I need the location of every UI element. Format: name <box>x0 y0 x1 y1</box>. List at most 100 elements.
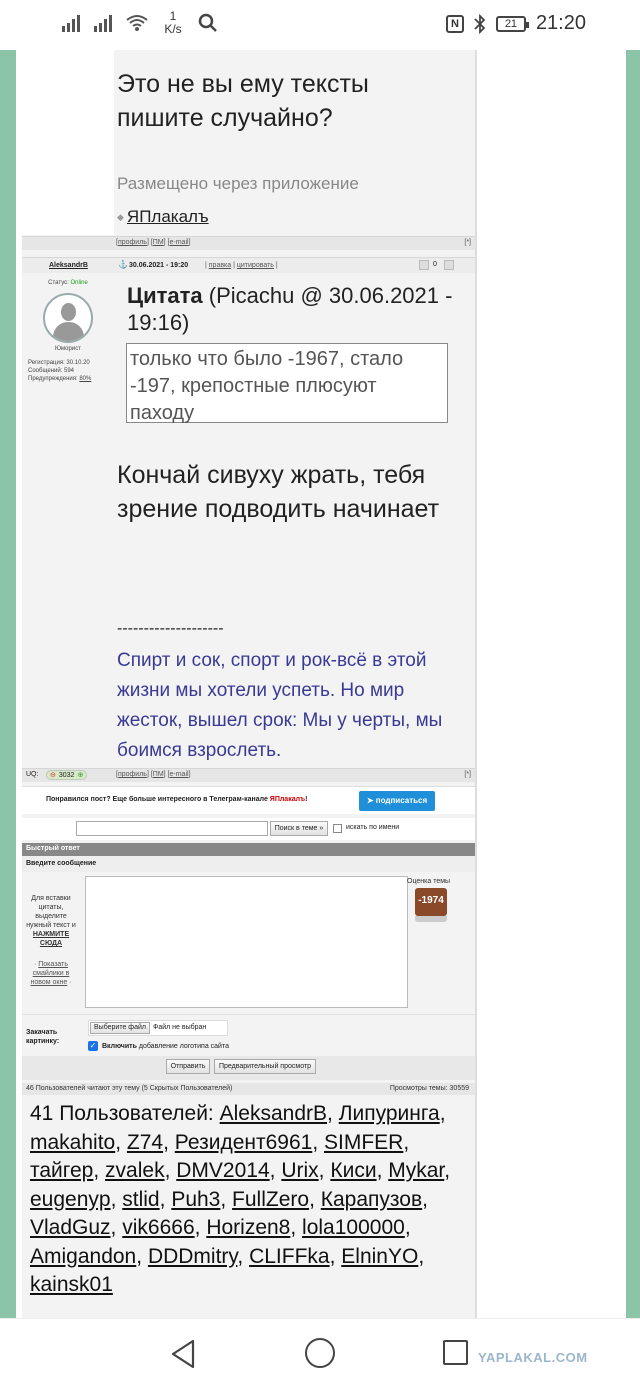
reader-link[interactable]: VladGuz <box>30 1216 111 1239</box>
message-textarea[interactable] <box>85 876 408 1008</box>
reader-link[interactable]: Puh3 <box>171 1188 220 1211</box>
reader-link[interactable]: ElninYO <box>341 1245 418 1268</box>
user-stats: Регистрация: 30.10.20 Сообщений: 594 Пре… <box>28 360 92 382</box>
post-footer-bar: UQ: ⊖ 3032 ⊕ [профиль] [ПМ] [e-mail] [*] <box>22 768 475 782</box>
submit-row: Отправить Предварительный просмотр <box>22 1056 475 1080</box>
bluetooth-icon <box>474 13 486 34</box>
search-button[interactable]: Поиск в теме » <box>270 821 328 836</box>
readers-list: 41 Пользователей: AleksandrB, Липуринга,… <box>22 1096 475 1318</box>
subscribe-button[interactable]: ➤ подписаться <box>359 791 435 811</box>
telegram-promo: Понравился пост? Еще больше интересного … <box>22 786 475 814</box>
reply-form: Для вставки цитаты, выделите нужный текс… <box>22 872 475 1012</box>
reader-link[interactable]: Киси <box>330 1159 376 1182</box>
uq-minus-icon[interactable]: ⊖ <box>50 771 56 780</box>
search-input[interactable] <box>76 821 268 836</box>
avatar[interactable] <box>43 293 93 343</box>
topic-page[interactable]: Это не вы ему тексты пишите случайно? Ра… <box>16 50 626 1318</box>
navigation-bar: YAPLAKAL.COM <box>0 1318 640 1387</box>
post-links: [профиль] [ПМ] [e-mail] <box>116 771 191 778</box>
reader-link[interactable]: Z74 <box>127 1131 163 1154</box>
reader-link[interactable]: kainsk01 <box>30 1273 113 1296</box>
search-icon <box>198 13 217 32</box>
signature: Спирт и сок, спорт и рок-всё в этой жизн… <box>117 650 443 761</box>
email-link[interactable]: e-mail <box>170 239 189 246</box>
quote-mark[interactable]: [*] <box>464 239 471 246</box>
reader-link[interactable]: Amigandon <box>30 1245 136 1268</box>
smileys-link[interactable]: Показать смайлики в новом окне <box>30 961 69 986</box>
reader-link[interactable]: Карапузов <box>321 1188 422 1211</box>
page-stripe-right <box>626 50 640 1318</box>
back-icon[interactable] <box>170 1339 196 1369</box>
pm-link[interactable]: ПМ <box>153 239 164 246</box>
reader-link[interactable]: Липуринга <box>339 1102 440 1125</box>
post-text: Это не вы ему тексты пишите случайно? <box>117 70 369 132</box>
battery-icon: 21 <box>495 15 529 32</box>
search-by-name-checkbox[interactable] <box>333 824 342 833</box>
pm-link[interactable]: ПМ <box>153 771 164 778</box>
reader-link[interactable]: DDDmitry <box>148 1245 237 1268</box>
reader-link[interactable]: makahito <box>30 1131 115 1154</box>
reply-subheader: Введите сообщение <box>22 856 475 872</box>
quote-box: только что было -1967, стало -197, крепо… <box>126 343 448 424</box>
rating-buttons[interactable] <box>415 916 447 922</box>
reader-link[interactable]: vik6666 <box>122 1216 194 1239</box>
page-stripe-left <box>0 50 16 1318</box>
reader-link[interactable]: Horizen8 <box>206 1216 290 1239</box>
edit-link[interactable]: правка <box>209 262 231 269</box>
user-rank: Юморист <box>55 346 81 352</box>
home-icon[interactable] <box>305 1338 335 1368</box>
reader-link[interactable]: FullZero <box>232 1188 309 1211</box>
nfc-icon: N <box>445 14 464 33</box>
send-button[interactable]: Отправить <box>166 1059 210 1074</box>
telegram-icon: ➤ <box>366 796 374 805</box>
readers-bar: 46 Пользователей читают эту тему (5 Скры… <box>22 1083 475 1095</box>
reader-link[interactable]: AleksandrB <box>220 1102 327 1125</box>
posted-via: Размещено через приложение <box>117 174 359 193</box>
reader-link[interactable]: Urix <box>281 1159 318 1182</box>
preview-button[interactable]: Предварительный просмотр <box>214 1059 316 1074</box>
vote-plus-icon[interactable] <box>444 260 454 270</box>
quote-mark[interactable]: [*] <box>464 771 471 778</box>
post-header-bar: AleksandrB ⚓ 30.06.2021 - 19:20 | правка… <box>22 257 475 273</box>
wifi-icon <box>126 15 148 31</box>
logo-checkbox[interactable]: ✓ <box>88 1041 98 1051</box>
cite-link[interactable]: цитировать <box>237 262 274 269</box>
anchor-icon[interactable]: ⚓ <box>118 260 128 269</box>
profile-link[interactable]: профиль <box>118 239 147 246</box>
author-sidebar: Статус: Online Юморист Регистрация: 30.1… <box>22 273 114 383</box>
post-text: Кончай сивуху жрать, тебя зрение подводи… <box>117 461 440 523</box>
post-datetime: 30.06.2021 - 19:20 <box>129 262 189 269</box>
reader-link[interactable]: CLIFFka <box>249 1245 330 1268</box>
quote-header: Цитата (Picachu @ 30.06.2021 - 19:16) <box>127 283 453 335</box>
vote-minus-icon[interactable] <box>419 260 429 270</box>
reader-link[interactable]: SIMFER <box>324 1131 403 1154</box>
watermark: YAPLAKAL.COM <box>478 1350 588 1365</box>
quote-insert-link[interactable]: НАЖМИТЕ СЮДА <box>22 930 80 948</box>
reader-link[interactable]: eugenyp <box>30 1188 111 1211</box>
reader-link[interactable]: zvalek <box>105 1159 165 1182</box>
topic-search: Поиск в теме » искать по имени <box>22 818 475 840</box>
profile-link[interactable]: профиль <box>118 771 147 778</box>
reader-link[interactable]: lola100000 <box>302 1216 405 1239</box>
reply-hints: Для вставки цитаты, выделите нужный текс… <box>22 872 80 1012</box>
email-link[interactable]: e-mail <box>170 771 189 778</box>
reader-link[interactable]: Mykar <box>388 1159 444 1182</box>
uq-counter[interactable]: ⊖ 3032 ⊕ <box>46 770 88 780</box>
choose-file-button[interactable]: Выберите файл <box>90 1022 150 1034</box>
topic-rating-badge[interactable]: -1974 <box>415 888 447 916</box>
author-name[interactable]: AleksandrB <box>49 262 88 269</box>
reader-link[interactable]: тайгер <box>30 1159 93 1182</box>
vote-count: 0 <box>433 261 437 268</box>
network-speed: 1 K/s <box>164 9 182 36</box>
diamond-icon: ◆ <box>117 211 124 222</box>
signal-icon <box>94 14 112 32</box>
post-footer-bar: [профиль] [ПМ] [e-mail] [*] <box>22 236 475 250</box>
uq-plus-icon[interactable]: ⊕ <box>77 771 83 780</box>
app-link[interactable]: ◆ ЯПлакалъ <box>117 207 209 227</box>
reader-link[interactable]: stlid <box>122 1188 159 1211</box>
signal-icon <box>62 14 80 32</box>
recents-icon[interactable] <box>443 1340 468 1365</box>
quick-reply-header: Быстрый ответ <box>22 843 475 856</box>
reader-link[interactable]: DMV2014 <box>176 1159 269 1182</box>
reader-link[interactable]: Резидент6961 <box>175 1131 313 1154</box>
